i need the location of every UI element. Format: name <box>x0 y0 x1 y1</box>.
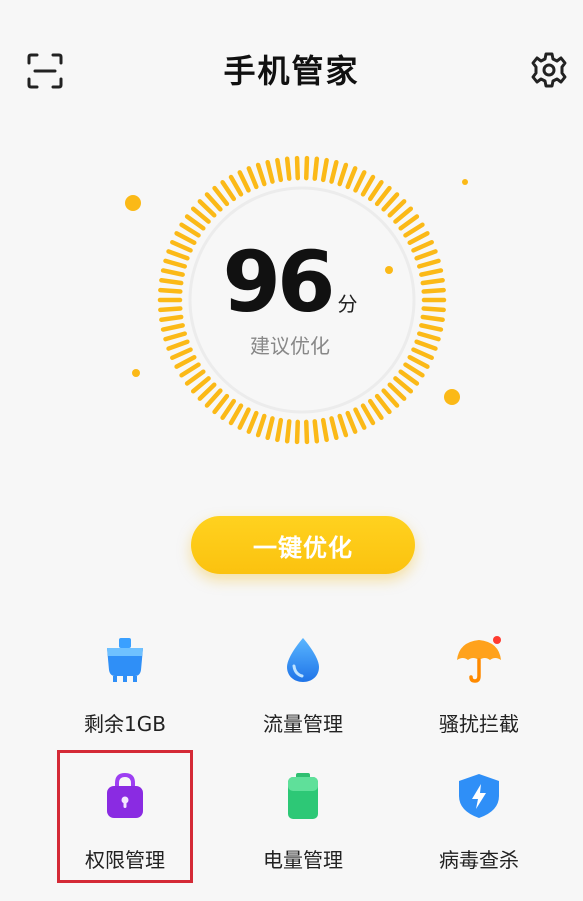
score-ring-tick <box>329 159 339 184</box>
score-ring-tick <box>284 419 292 444</box>
tool-permission-manage[interactable]: 权限管理 <box>50 772 200 892</box>
score-dial[interactable]: 96 分 建议优化 <box>110 140 470 460</box>
tool-harassment-block[interactable]: 骚扰拦截 <box>404 636 554 756</box>
lock-bag-icon <box>107 772 143 818</box>
score-ring-tick <box>237 170 251 193</box>
score-ring-tick <box>246 166 259 190</box>
phone-manager-screen: 手机管家 96 分 建议优化 一键优化 剩余1GB 流量管理 骚扰拦截 权限管理… <box>0 0 583 901</box>
decor-dot <box>125 195 141 211</box>
tool-label: 剩余1GB <box>84 712 166 736</box>
tool-label: 权限管理 <box>85 848 165 872</box>
score-ring-tick <box>312 156 320 181</box>
score-ring-tick <box>265 416 275 441</box>
score-ring-tick <box>337 413 349 438</box>
score-ring-tick <box>237 407 251 430</box>
score-ring-tick <box>275 417 284 443</box>
decor-dot <box>462 179 468 185</box>
score-ring-tick <box>265 159 275 184</box>
score-ring-tick <box>353 407 367 430</box>
score-ring-tick <box>312 419 320 444</box>
one-key-optimize-button[interactable]: 一键优化 <box>191 516 415 574</box>
clean-icon <box>107 638 143 682</box>
gear-icon <box>531 52 567 88</box>
score-ring-tick <box>179 222 201 238</box>
score-ring-tick <box>255 162 267 187</box>
tool-battery-manage[interactable]: 电量管理 <box>228 772 378 892</box>
score-ring-tick <box>220 398 237 420</box>
score-ring-tick <box>255 413 267 438</box>
battery-icon <box>288 773 318 819</box>
score-ring-tick <box>329 416 339 441</box>
score-ring-tick <box>398 369 420 386</box>
tool-virus-scan[interactable]: 病毒查杀 <box>404 772 554 892</box>
shield-icon <box>459 774 499 818</box>
score-ring-tick <box>294 155 300 181</box>
score-ring-tick <box>184 214 206 231</box>
header: 手机管家 <box>0 30 583 110</box>
score-ring-tick <box>360 403 376 426</box>
score-unit: 分 <box>337 292 358 316</box>
score-ring-tick <box>228 403 244 426</box>
score-ring-tick <box>320 417 329 443</box>
score-ring-tick <box>360 174 376 197</box>
score-ring-tick <box>304 155 310 181</box>
score-ring-tick <box>345 166 358 190</box>
tool-label: 流量管理 <box>263 712 343 736</box>
settings-button[interactable] <box>529 50 569 90</box>
tool-label: 病毒查杀 <box>439 848 519 872</box>
score-ring-tick <box>220 180 237 202</box>
tool-label: 骚扰拦截 <box>439 712 519 736</box>
score-value: 96 <box>222 233 336 331</box>
score-ring-tick <box>374 393 392 415</box>
score-ring-tick <box>403 222 425 238</box>
score-ring-tick <box>184 369 206 386</box>
score-ring-tick <box>284 156 292 181</box>
decor-dot <box>132 369 140 377</box>
score-ring-tick <box>345 410 358 434</box>
tool-label: 电量管理 <box>263 848 343 872</box>
score-ring-tick <box>294 419 300 445</box>
score-ring-tick <box>353 170 367 193</box>
score-ring-tick <box>275 157 284 183</box>
score-hint: 建议优化 <box>250 334 330 358</box>
score-ring-tick <box>179 362 201 378</box>
score-ring-tick <box>367 398 384 420</box>
score-ring-tick <box>212 393 230 415</box>
tool-data-usage[interactable]: 流量管理 <box>228 636 378 756</box>
water-drop-icon <box>287 638 319 682</box>
score-ring-tick <box>403 362 425 378</box>
score-ring-tick <box>398 214 420 231</box>
score-ring-tick <box>304 419 310 445</box>
score-ring-tick <box>212 185 230 207</box>
tool-storage-clean[interactable]: 剩余1GB <box>50 636 200 756</box>
umbrella-icon <box>457 636 501 683</box>
score-ring-tick <box>320 157 329 183</box>
score-ring-tick <box>337 162 349 187</box>
score-ring-tick <box>367 180 384 202</box>
score-panel: 96 分 建议优化 <box>110 240 470 359</box>
tools-grid: 剩余1GB 流量管理 骚扰拦截 权限管理 电量管理 病毒查杀 <box>40 620 560 890</box>
score-ring-tick <box>374 185 392 207</box>
decor-dot <box>444 389 460 405</box>
score-ring-tick <box>246 410 259 434</box>
score-ring-tick <box>228 174 244 197</box>
page-title: 手机管家 <box>223 52 360 90</box>
